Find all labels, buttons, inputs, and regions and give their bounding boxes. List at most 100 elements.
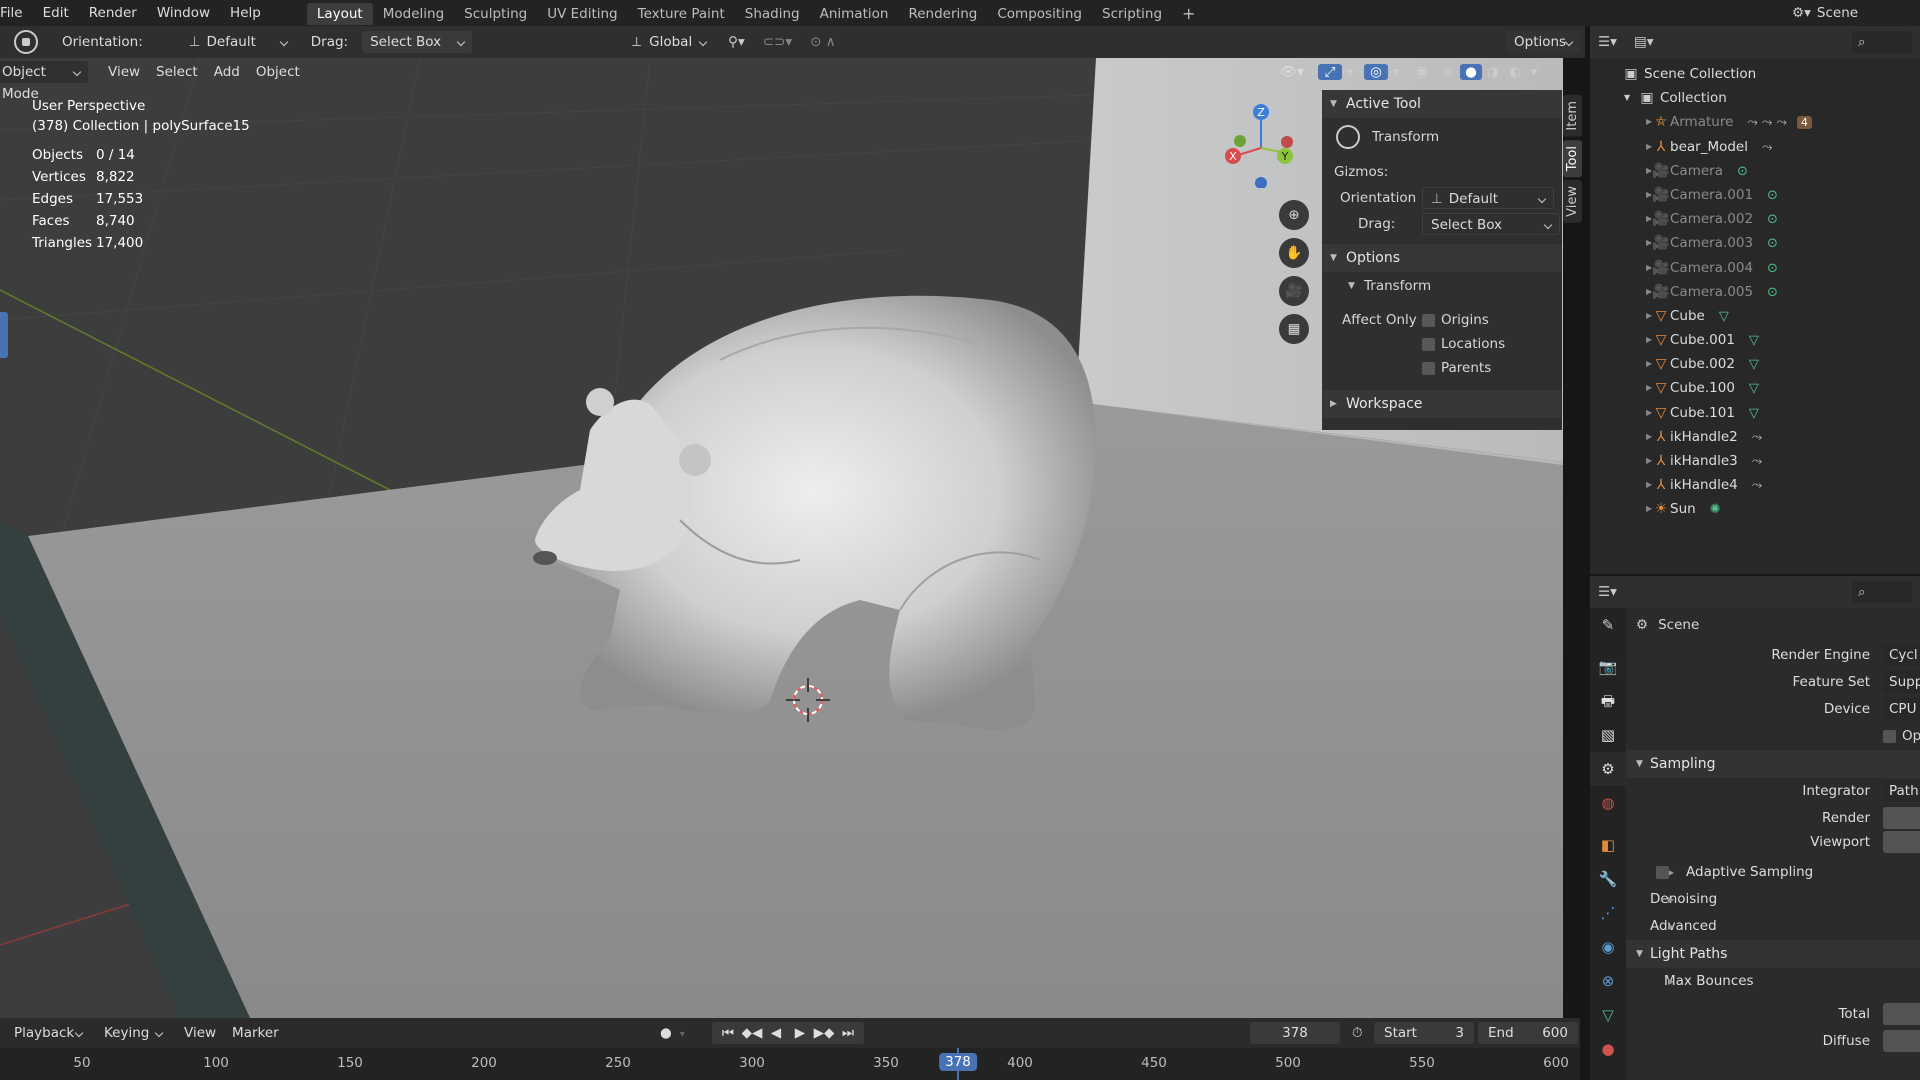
outliner-item-cube-001[interactable]: ▶ ▽ Cube.001 ▽ xyxy=(1590,328,1920,352)
object-tab-icon[interactable]: ◧ xyxy=(1590,828,1626,862)
outliner-item-camera-002[interactable]: ▶ 🎥 Camera.002 ⊙ xyxy=(1590,207,1920,231)
toolbar-collapsed-tab[interactable] xyxy=(0,312,8,358)
data-tab-icon[interactable]: ▽ xyxy=(1590,998,1626,1032)
snap-icon[interactable]: ⊂⊃▾ xyxy=(763,34,792,50)
workspace-header[interactable]: Workspace xyxy=(1322,390,1562,418)
open-shading-checkbox[interactable] xyxy=(1883,730,1896,743)
mesh-data-icon[interactable]: ▽ xyxy=(1749,357,1759,372)
outliner-item-cube[interactable]: ▶ ▽ Cube ▽ xyxy=(1590,304,1920,328)
timeline-ruler[interactable] xyxy=(0,1048,1580,1080)
add-menu[interactable]: Add xyxy=(206,61,248,83)
properties-editor-type-icon[interactable]: ☰▾ xyxy=(1598,584,1617,600)
outliner-item-cube-002[interactable]: ▶ ▽ Cube.002 ▽ xyxy=(1590,352,1920,376)
tab-uv-editing[interactable]: UV Editing xyxy=(537,3,627,25)
view-layer-tab-icon[interactable]: ▧ xyxy=(1590,718,1626,752)
view-menu[interactable]: View xyxy=(100,61,148,83)
scene-tab-icon[interactable]: ⚙ xyxy=(1590,752,1626,786)
armature-data-icon[interactable]: ⤳ ⤳ ⤳ xyxy=(1747,115,1786,130)
navigation-gizmo[interactable]: Z X Y xyxy=(1215,98,1305,188)
current-frame-indicator[interactable]: 378 xyxy=(939,1053,977,1071)
jump-end-icon[interactable]: ⏭ xyxy=(836,1025,860,1041)
mesh-data-icon[interactable]: ▽ xyxy=(1749,333,1759,348)
transform-subpanel-header[interactable]: ▼ Transform xyxy=(1322,274,1562,298)
advanced-row[interactable]: Advanced xyxy=(1626,913,1920,940)
outliner-item-ikhandle2[interactable]: ▶ ⅄ ikHandle2 ⤳ xyxy=(1590,425,1920,449)
object-menu[interactable]: Object xyxy=(248,61,308,83)
transform-space-dropdown[interactable]: ⟂ Global xyxy=(624,31,714,53)
gizmo-toggle-icon[interactable]: ⤢ xyxy=(1318,64,1342,80)
mesh-data-icon[interactable]: ▽ xyxy=(1719,309,1729,324)
particles-tab-icon[interactable]: ⋰ xyxy=(1590,896,1626,930)
integrator-dropdown[interactable]: Path xyxy=(1883,780,1920,802)
xray-icon[interactable]: ▣ xyxy=(1410,64,1434,80)
display-mode-icon[interactable]: ▤▾ xyxy=(1634,34,1670,50)
panel-orientation-dropdown[interactable]: ⊥ Default xyxy=(1422,187,1554,209)
tab-item[interactable]: Item xyxy=(1563,95,1582,137)
camera-data-icon[interactable]: ⊙ xyxy=(1767,285,1778,300)
drag-dropdown[interactable]: Select Box xyxy=(362,31,473,53)
scene-selector[interactable]: ⚙▾ Scene xyxy=(1792,0,1858,26)
proportional-edit-icon[interactable]: ⊙ ∧ xyxy=(810,34,835,50)
device-dropdown[interactable]: CPU xyxy=(1883,698,1920,720)
menu-render[interactable]: Render xyxy=(79,0,147,26)
transform-icon[interactable] xyxy=(1336,125,1360,149)
tab-sculpting[interactable]: Sculpting xyxy=(454,3,537,25)
material-tab-icon[interactable]: ● xyxy=(1590,1032,1626,1066)
menu-edit[interactable]: Edit xyxy=(33,0,79,26)
play-icon[interactable]: ▶ xyxy=(788,1025,812,1041)
render-tab-icon[interactable]: 📷 xyxy=(1590,650,1626,684)
origins-checkbox[interactable] xyxy=(1422,313,1435,327)
solid-shading-icon[interactable]: ● xyxy=(1460,64,1482,80)
preview-range-clock-icon[interactable]: ⏱ xyxy=(1352,1025,1363,1041)
zoom-icon[interactable]: ⊕ xyxy=(1279,200,1309,230)
ortho-grid-icon[interactable]: ▦ xyxy=(1279,314,1309,344)
viewport-samples-field[interactable] xyxy=(1883,831,1920,853)
end-frame-field[interactable]: End 600 xyxy=(1478,1022,1578,1044)
tab-layout[interactable]: Layout xyxy=(306,3,373,25)
tab-animation[interactable]: Animation xyxy=(810,3,899,25)
denoising-row[interactable]: Denoising xyxy=(1626,886,1920,913)
bone-data-icon[interactable]: ⤳ xyxy=(1752,430,1762,445)
render-samples-field[interactable] xyxy=(1883,807,1920,829)
modifier-tab-icon[interactable]: 🔧 xyxy=(1590,862,1626,896)
rendered-shading-icon[interactable]: ◐ xyxy=(1504,64,1526,80)
active-tool-header[interactable]: Active Tool xyxy=(1322,90,1562,118)
mesh-data-icon[interactable]: ▽ xyxy=(1749,406,1759,421)
keying-menu[interactable]: Keying xyxy=(96,1022,170,1044)
visibility-icon[interactable]: 👁▾ xyxy=(1280,64,1318,80)
material-shading-icon[interactable]: ◑ xyxy=(1482,64,1504,80)
options-dropdown[interactable]: Options xyxy=(1506,31,1580,53)
light-paths-header[interactable]: Light Paths xyxy=(1626,940,1920,968)
bone-data-icon[interactable]: ⤳ xyxy=(1752,454,1762,469)
playback-menu[interactable]: Playback xyxy=(6,1022,90,1044)
sampling-header[interactable]: Sampling xyxy=(1626,750,1920,778)
world-tab-icon[interactable]: ◍ xyxy=(1590,786,1626,820)
outliner-item-camera-003[interactable]: ▶ 🎥 Camera.003 ⊙ xyxy=(1590,231,1920,255)
locations-checkbox[interactable] xyxy=(1422,337,1435,351)
options-header[interactable]: Options xyxy=(1322,244,1562,272)
timeline-view-menu[interactable]: View xyxy=(176,1022,224,1044)
outliner-item-cube-100[interactable]: ▶ ▽ Cube.100 ▽ xyxy=(1590,376,1920,400)
jump-keyframe-back-icon[interactable]: ◆◀ xyxy=(740,1025,764,1041)
outliner-item-camera-005[interactable]: ▶ 🎥 Camera.005 ⊙ xyxy=(1590,280,1920,304)
mesh-data-icon[interactable]: ▽ xyxy=(1749,381,1759,396)
camera-data-icon[interactable]: ⊙ xyxy=(1737,164,1748,179)
transform-tool-icon[interactable] xyxy=(14,30,38,54)
menu-window[interactable]: Window xyxy=(147,0,220,26)
outliner-item-camera-001[interactable]: ▶ 🎥 Camera.001 ⊙ xyxy=(1590,183,1920,207)
outliner-item-camera[interactable]: ▶ 🎥 Camera ⊙ xyxy=(1590,159,1920,183)
camera-data-icon[interactable]: ⊙ xyxy=(1767,188,1778,203)
orientation-dropdown[interactable]: ⊥ Default xyxy=(181,31,295,53)
pan-hand-icon[interactable]: ✋ xyxy=(1279,238,1309,268)
tab-rendering[interactable]: Rendering xyxy=(898,3,987,25)
tab-texture-paint[interactable]: Texture Paint xyxy=(628,3,735,25)
outliner-item-armature[interactable]: ▶ ⛤ Armature ⤳ ⤳ ⤳ 4 xyxy=(1590,110,1920,134)
marker-menu[interactable]: Marker xyxy=(224,1022,287,1044)
select-menu[interactable]: Select xyxy=(148,61,206,83)
tool-tab-icon[interactable]: ✎ xyxy=(1590,608,1626,642)
panel-drag-dropdown[interactable]: Select Box xyxy=(1422,213,1560,235)
start-frame-field[interactable]: Start 3 xyxy=(1374,1022,1474,1044)
outliner-item-bear-model[interactable]: ▶ ⅄ bear_Model ⤳ xyxy=(1590,135,1920,159)
current-frame-field[interactable]: 378 xyxy=(1250,1022,1340,1044)
overlay-toggle-icon[interactable]: ◎ xyxy=(1364,64,1388,80)
